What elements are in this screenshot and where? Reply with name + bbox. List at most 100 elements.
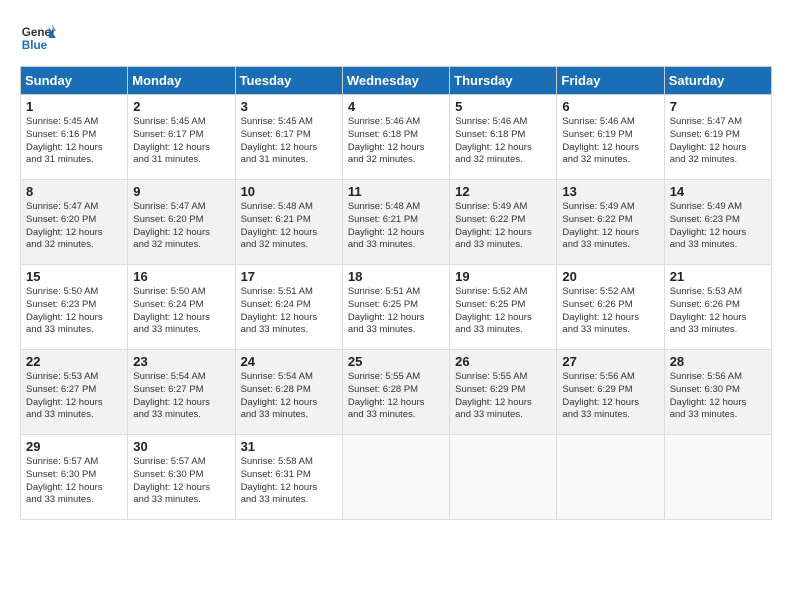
day-number: 29	[26, 439, 122, 454]
day-info: Sunrise: 5:47 AM Sunset: 6:19 PM Dayligh…	[670, 116, 766, 167]
day-info: Sunrise: 5:50 AM Sunset: 6:23 PM Dayligh…	[26, 286, 122, 337]
calendar-day-cell: 24 Sunrise: 5:54 AM Sunset: 6:28 PM Dayli…	[235, 350, 342, 435]
day-number: 31	[241, 439, 337, 454]
calendar-day-cell: 12 Sunrise: 5:49 AM Sunset: 6:22 PM Dayli…	[450, 180, 557, 265]
day-number: 24	[241, 354, 337, 369]
weekday-header-tuesday: Tuesday	[235, 67, 342, 95]
day-number: 23	[133, 354, 229, 369]
calendar-week-row: 8 Sunrise: 5:47 AM Sunset: 6:20 PM Daylig…	[21, 180, 772, 265]
day-number: 1	[26, 99, 122, 114]
calendar-week-row: 29 Sunrise: 5:57 AM Sunset: 6:30 PM Dayli…	[21, 435, 772, 520]
calendar-day-cell: 25 Sunrise: 5:55 AM Sunset: 6:28 PM Dayli…	[342, 350, 449, 435]
weekday-header-wednesday: Wednesday	[342, 67, 449, 95]
calendar-day-cell: 28 Sunrise: 5:56 AM Sunset: 6:30 PM Dayli…	[664, 350, 771, 435]
calendar-day-cell: 3 Sunrise: 5:45 AM Sunset: 6:17 PM Daylig…	[235, 95, 342, 180]
calendar-day-cell: 19 Sunrise: 5:52 AM Sunset: 6:25 PM Dayli…	[450, 265, 557, 350]
day-info: Sunrise: 5:47 AM Sunset: 6:20 PM Dayligh…	[133, 201, 229, 252]
day-number: 26	[455, 354, 551, 369]
day-info: Sunrise: 5:55 AM Sunset: 6:28 PM Dayligh…	[348, 371, 444, 422]
calendar-day-cell: 9 Sunrise: 5:47 AM Sunset: 6:20 PM Daylig…	[128, 180, 235, 265]
day-number: 30	[133, 439, 229, 454]
calendar-day-cell: 17 Sunrise: 5:51 AM Sunset: 6:24 PM Dayli…	[235, 265, 342, 350]
day-number: 20	[562, 269, 658, 284]
day-number: 15	[26, 269, 122, 284]
weekday-header-saturday: Saturday	[664, 67, 771, 95]
day-info: Sunrise: 5:46 AM Sunset: 6:18 PM Dayligh…	[455, 116, 551, 167]
day-number: 14	[670, 184, 766, 199]
calendar-day-cell: 6Sunrise: 5:46 AM Sunset: 6:19 PM Daylig…	[557, 95, 664, 180]
day-info: Sunrise: 5:45 AM Sunset: 6:17 PM Dayligh…	[133, 116, 229, 167]
calendar-day-cell: 18 Sunrise: 5:51 AM Sunset: 6:25 PM Dayli…	[342, 265, 449, 350]
calendar-day-cell: 4Sunrise: 5:46 AM Sunset: 6:18 PM Daylig…	[342, 95, 449, 180]
day-number: 27	[562, 354, 658, 369]
day-info: Sunrise: 5:49 AM Sunset: 6:22 PM Dayligh…	[455, 201, 551, 252]
day-info: Sunrise: 5:51 AM Sunset: 6:24 PM Dayligh…	[241, 286, 337, 337]
calendar-day-cell: 31 Sunrise: 5:58 AM Sunset: 6:31 PM Dayli…	[235, 435, 342, 520]
calendar-day-cell: 20 Sunrise: 5:52 AM Sunset: 6:26 PM Dayli…	[557, 265, 664, 350]
day-info: Sunrise: 5:48 AM Sunset: 6:21 PM Dayligh…	[348, 201, 444, 252]
calendar-day-cell: 27 Sunrise: 5:56 AM Sunset: 6:29 PM Dayli…	[557, 350, 664, 435]
day-info: Sunrise: 5:55 AM Sunset: 6:29 PM Dayligh…	[455, 371, 551, 422]
day-info: Sunrise: 5:45 AM Sunset: 6:17 PM Dayligh…	[241, 116, 337, 167]
weekday-header-monday: Monday	[128, 67, 235, 95]
day-info: Sunrise: 5:45 AM Sunset: 6:16 PM Dayligh…	[26, 116, 122, 167]
day-info: Sunrise: 5:49 AM Sunset: 6:23 PM Dayligh…	[670, 201, 766, 252]
day-number: 13	[562, 184, 658, 199]
day-info: Sunrise: 5:50 AM Sunset: 6:24 PM Dayligh…	[133, 286, 229, 337]
day-info: Sunrise: 5:57 AM Sunset: 6:30 PM Dayligh…	[26, 456, 122, 507]
day-info: Sunrise: 5:54 AM Sunset: 6:28 PM Dayligh…	[241, 371, 337, 422]
calendar-table: SundayMondayTuesdayWednesdayThursdayFrid…	[20, 66, 772, 520]
day-info: Sunrise: 5:48 AM Sunset: 6:21 PM Dayligh…	[241, 201, 337, 252]
calendar-day-cell: 11Sunrise: 5:48 AM Sunset: 6:21 PM Dayli…	[342, 180, 449, 265]
calendar-day-cell: 1 Sunrise: 5:45 AM Sunset: 6:16 PM Daylig…	[21, 95, 128, 180]
calendar-week-row: 1 Sunrise: 5:45 AM Sunset: 6:16 PM Daylig…	[21, 95, 772, 180]
day-number: 12	[455, 184, 551, 199]
day-info: Sunrise: 5:46 AM Sunset: 6:18 PM Dayligh…	[348, 116, 444, 167]
calendar-day-cell: 7Sunrise: 5:47 AM Sunset: 6:19 PM Daylig…	[664, 95, 771, 180]
day-number: 19	[455, 269, 551, 284]
day-number: 6	[562, 99, 658, 114]
day-info: Sunrise: 5:53 AM Sunset: 6:26 PM Dayligh…	[670, 286, 766, 337]
calendar-day-cell: 8 Sunrise: 5:47 AM Sunset: 6:20 PM Daylig…	[21, 180, 128, 265]
calendar-week-row: 15 Sunrise: 5:50 AM Sunset: 6:23 PM Dayli…	[21, 265, 772, 350]
logo-icon: General Blue	[20, 20, 56, 56]
calendar-day-cell: 2 Sunrise: 5:45 AM Sunset: 6:17 PM Daylig…	[128, 95, 235, 180]
calendar-day-cell: 30 Sunrise: 5:57 AM Sunset: 6:30 PM Dayli…	[128, 435, 235, 520]
calendar-week-row: 22 Sunrise: 5:53 AM Sunset: 6:27 PM Dayli…	[21, 350, 772, 435]
day-number: 2	[133, 99, 229, 114]
page-header: General Blue	[20, 20, 772, 56]
day-info: Sunrise: 5:49 AM Sunset: 6:22 PM Dayligh…	[562, 201, 658, 252]
day-number: 28	[670, 354, 766, 369]
day-number: 8	[26, 184, 122, 199]
day-info: Sunrise: 5:47 AM Sunset: 6:20 PM Dayligh…	[26, 201, 122, 252]
weekday-header-sunday: Sunday	[21, 67, 128, 95]
empty-cell	[450, 435, 557, 520]
weekday-header-row: SundayMondayTuesdayWednesdayThursdayFrid…	[21, 67, 772, 95]
day-number: 16	[133, 269, 229, 284]
calendar-day-cell: 23Sunrise: 5:54 AM Sunset: 6:27 PM Dayli…	[128, 350, 235, 435]
calendar-day-cell: 15 Sunrise: 5:50 AM Sunset: 6:23 PM Dayli…	[21, 265, 128, 350]
calendar-day-cell: 29 Sunrise: 5:57 AM Sunset: 6:30 PM Dayli…	[21, 435, 128, 520]
calendar-day-cell: 16 Sunrise: 5:50 AM Sunset: 6:24 PM Dayli…	[128, 265, 235, 350]
day-info: Sunrise: 5:52 AM Sunset: 6:25 PM Dayligh…	[455, 286, 551, 337]
day-info: Sunrise: 5:56 AM Sunset: 6:30 PM Dayligh…	[670, 371, 766, 422]
weekday-header-friday: Friday	[557, 67, 664, 95]
day-number: 9	[133, 184, 229, 199]
day-number: 18	[348, 269, 444, 284]
day-info: Sunrise: 5:52 AM Sunset: 6:26 PM Dayligh…	[562, 286, 658, 337]
day-info: Sunrise: 5:53 AM Sunset: 6:27 PM Dayligh…	[26, 371, 122, 422]
day-number: 17	[241, 269, 337, 284]
calendar-day-cell: 22 Sunrise: 5:53 AM Sunset: 6:27 PM Dayli…	[21, 350, 128, 435]
day-info: Sunrise: 5:51 AM Sunset: 6:25 PM Dayligh…	[348, 286, 444, 337]
day-number: 3	[241, 99, 337, 114]
day-number: 22	[26, 354, 122, 369]
day-number: 5	[455, 99, 551, 114]
day-info: Sunrise: 5:56 AM Sunset: 6:29 PM Dayligh…	[562, 371, 658, 422]
day-number: 10	[241, 184, 337, 199]
calendar-day-cell: 21Sunrise: 5:53 AM Sunset: 6:26 PM Dayli…	[664, 265, 771, 350]
day-info: Sunrise: 5:58 AM Sunset: 6:31 PM Dayligh…	[241, 456, 337, 507]
weekday-header-thursday: Thursday	[450, 67, 557, 95]
logo: General Blue	[20, 20, 56, 56]
day-info: Sunrise: 5:57 AM Sunset: 6:30 PM Dayligh…	[133, 456, 229, 507]
day-number: 25	[348, 354, 444, 369]
